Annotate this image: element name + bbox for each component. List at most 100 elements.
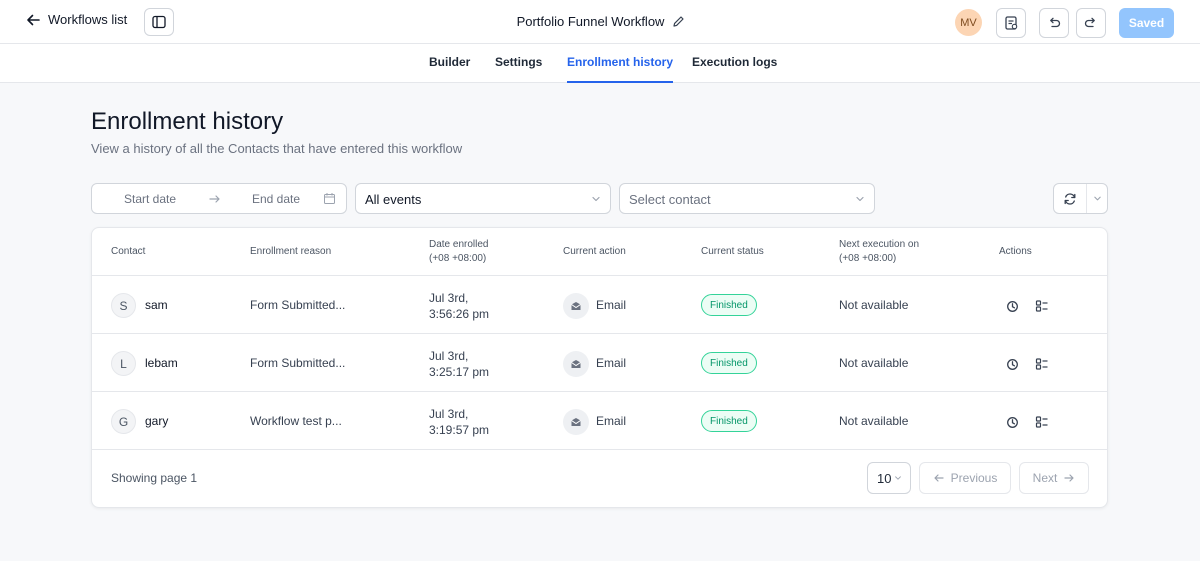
page-title: Enrollment history bbox=[91, 108, 284, 135]
clock-history-icon bbox=[1006, 358, 1019, 371]
column-contact: Contact bbox=[111, 246, 146, 257]
arrow-right-icon bbox=[1063, 472, 1075, 484]
page-subtitle: View a history of all the Contacts that … bbox=[91, 141, 463, 156]
contact-name[interactable]: gary bbox=[145, 414, 168, 428]
chevron-down-icon bbox=[591, 194, 601, 204]
enrollment-table: Contact Enrollment reason Date enrolled … bbox=[91, 227, 1108, 508]
contact-name[interactable]: lebam bbox=[145, 356, 178, 370]
status-badge: Finished bbox=[701, 294, 757, 316]
next-execution: Not available bbox=[839, 356, 909, 370]
clock-history-icon bbox=[1006, 416, 1019, 429]
chevron-down-icon bbox=[894, 474, 902, 482]
date-enrolled-time: 3:25:17 pm bbox=[429, 365, 490, 379]
column-next-execution-label: Next execution on bbox=[839, 239, 920, 250]
undo-icon bbox=[1047, 16, 1061, 30]
contact-name[interactable]: sam bbox=[145, 298, 168, 312]
column-date-enrolled: Date enrolled (+08 +08:00) bbox=[429, 228, 488, 276]
envelope-icon bbox=[563, 351, 589, 377]
end-date-field[interactable]: End date bbox=[252, 192, 300, 206]
pagination-status: Showing page 1 bbox=[111, 471, 198, 485]
list-details-icon bbox=[1035, 299, 1049, 313]
date-enrolled-day: Jul 3rd, bbox=[429, 291, 469, 305]
top-bar: Workflows list Portfolio Funnel Workflow… bbox=[0, 0, 1200, 44]
enrollment-reason: Workflow test p... bbox=[250, 414, 342, 428]
column-current-status: Current status bbox=[701, 246, 764, 257]
contact-select[interactable]: Select contact bbox=[619, 183, 875, 214]
column-enrollment-reason: Enrollment reason bbox=[250, 246, 332, 257]
envelope-icon bbox=[563, 409, 589, 435]
history-button[interactable] bbox=[1004, 356, 1020, 372]
next-execution: Not available bbox=[839, 414, 909, 428]
date-enrolled-day: Jul 3rd, bbox=[429, 349, 469, 363]
column-next-execution: Next execution on (+08 +08:00) bbox=[839, 228, 919, 276]
date-range-picker[interactable]: Start date End date bbox=[91, 183, 347, 214]
table-header: Contact Enrollment reason Date enrolled … bbox=[92, 228, 1107, 276]
envelope-icon bbox=[563, 293, 589, 319]
start-date-field[interactable]: Start date bbox=[124, 192, 176, 206]
contact-select-placeholder: Select contact bbox=[629, 192, 711, 207]
tab-builder[interactable]: Builder bbox=[429, 55, 470, 83]
back-label: Workflows list bbox=[48, 12, 128, 27]
column-actions: Actions bbox=[999, 246, 1032, 257]
date-enrolled-time: 3:19:57 pm bbox=[429, 423, 490, 437]
pencil-icon[interactable] bbox=[672, 15, 685, 28]
table-row[interactable]: L lebam Form Submitted... Jul 3rd, 3:25:… bbox=[92, 334, 1107, 392]
date-enrolled-day: Jul 3rd, bbox=[429, 407, 469, 421]
tab-enrollment-history[interactable]: Enrollment history bbox=[567, 55, 674, 83]
chevron-down-icon bbox=[1093, 194, 1102, 203]
page-size-select[interactable]: 10 bbox=[867, 462, 911, 494]
status-badge: Finished bbox=[701, 410, 757, 432]
back-to-workflows-link[interactable]: Workflows list bbox=[26, 12, 127, 27]
details-button[interactable] bbox=[1034, 356, 1050, 372]
previous-page-button[interactable]: Previous bbox=[919, 462, 1011, 494]
previous-label: Previous bbox=[950, 471, 998, 485]
contact-avatar: L bbox=[111, 351, 136, 376]
history-button[interactable] bbox=[1004, 414, 1020, 430]
redo-button[interactable] bbox=[1076, 8, 1106, 38]
list-details-icon bbox=[1035, 415, 1049, 429]
chevron-down-icon bbox=[855, 194, 865, 204]
arrow-left-icon bbox=[933, 472, 945, 484]
history-button[interactable] bbox=[1004, 298, 1020, 314]
date-enrolled: Jul 3rd, 3:56:26 pm bbox=[429, 290, 489, 322]
refresh-button[interactable] bbox=[1054, 184, 1087, 213]
table-row[interactable]: G gary Workflow test p... Jul 3rd, 3:19:… bbox=[92, 392, 1107, 450]
undo-button[interactable] bbox=[1039, 8, 1069, 38]
contact-avatar: S bbox=[111, 293, 136, 318]
next-page-button[interactable]: Next bbox=[1019, 462, 1089, 494]
user-avatar[interactable]: MV bbox=[955, 9, 982, 36]
refresh-options-button[interactable] bbox=[1087, 184, 1107, 213]
table-row[interactable]: S sam Form Submitted... Jul 3rd, 3:56:26… bbox=[92, 276, 1107, 334]
current-action: Email bbox=[596, 356, 627, 370]
enrollment-reason: Form Submitted... bbox=[250, 356, 346, 370]
column-date-enrolled-tz: (+08 +08:00) bbox=[429, 253, 487, 264]
notes-button[interactable] bbox=[996, 8, 1026, 38]
date-enrolled: Jul 3rd, 3:19:57 pm bbox=[429, 406, 489, 438]
tab-execution-logs[interactable]: Execution logs bbox=[692, 55, 777, 83]
events-select-value: All events bbox=[365, 192, 422, 207]
workflow-title: Portfolio Funnel Workflow bbox=[516, 14, 665, 29]
clock-history-icon bbox=[1006, 300, 1019, 313]
column-date-enrolled-label: Date enrolled bbox=[429, 239, 489, 250]
refresh-button-group bbox=[1053, 183, 1108, 214]
events-select[interactable]: All events bbox=[355, 183, 611, 214]
current-action: Email bbox=[596, 414, 627, 428]
redo-icon bbox=[1084, 16, 1098, 30]
details-button[interactable] bbox=[1034, 414, 1050, 430]
contact-avatar: G bbox=[111, 409, 136, 434]
enrollment-reason: Form Submitted... bbox=[250, 298, 346, 312]
list-details-icon bbox=[1035, 357, 1049, 371]
tab-settings[interactable]: Settings bbox=[495, 55, 542, 83]
date-enrolled-time: 3:56:26 pm bbox=[429, 307, 490, 321]
tab-bar: Builder Settings Enrollment history Exec… bbox=[0, 44, 1200, 83]
sidebar-toggle-button[interactable] bbox=[144, 8, 174, 36]
saved-button[interactable]: Saved bbox=[1119, 8, 1174, 38]
next-label: Next bbox=[1032, 471, 1058, 485]
details-button[interactable] bbox=[1034, 298, 1050, 314]
refresh-icon bbox=[1063, 192, 1077, 206]
next-execution: Not available bbox=[839, 298, 909, 312]
calendar-icon bbox=[323, 192, 336, 205]
column-current-action: Current action bbox=[563, 246, 626, 257]
current-action: Email bbox=[596, 298, 627, 312]
sidebar-panel-icon bbox=[152, 15, 166, 29]
